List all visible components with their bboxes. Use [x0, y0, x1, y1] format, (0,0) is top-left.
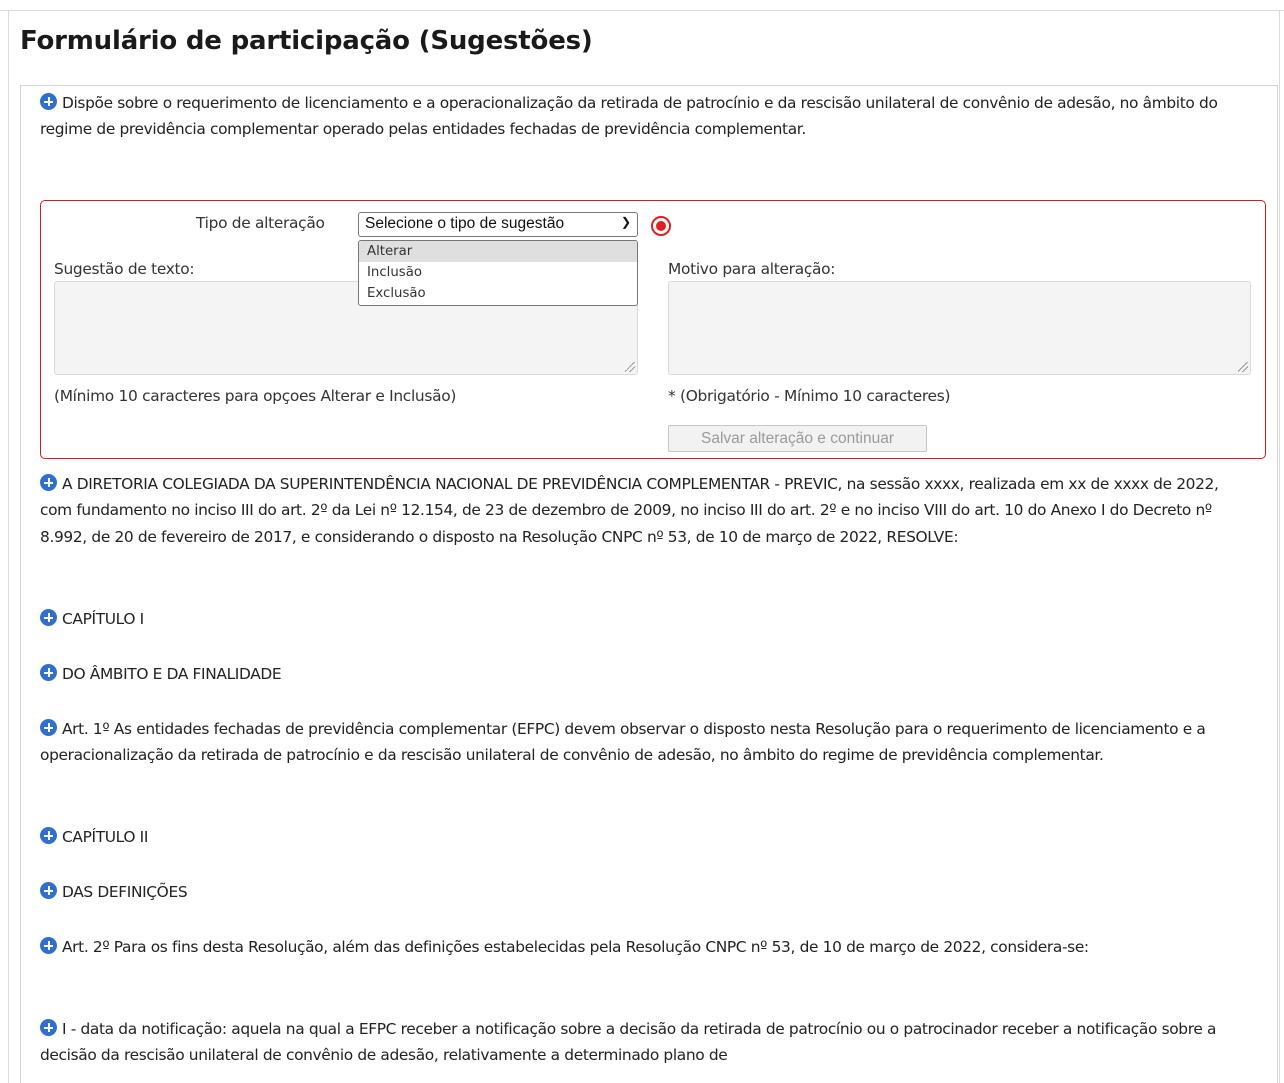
expand-plus-icon[interactable]	[40, 664, 57, 681]
paragraph-text: I - data da notificação: aquela na qual …	[40, 1020, 1217, 1065]
motivo-alteracao-label: Motivo para alteração:	[668, 260, 836, 278]
paragraph-text: Art. 1º As entidades fechadas de previdê…	[40, 720, 1206, 765]
page-border-right	[1279, 10, 1280, 1083]
paragraph-text: A DIRETORIA COLEGIADA DA SUPERINTENDÊNCI…	[40, 475, 1219, 546]
resize-grip-icon[interactable]	[625, 362, 635, 372]
chevron-down-icon: ❯	[620, 215, 631, 229]
page-title: Formulário de participação (Sugestões)	[20, 26, 593, 56]
expand-plus-icon[interactable]	[40, 937, 57, 954]
motivo-alteracao-textarea[interactable]	[668, 281, 1251, 375]
expand-plus-icon[interactable]	[40, 1019, 57, 1036]
paragraph-definicoes: DAS DEFINIÇÕES	[40, 879, 1240, 905]
page-border-left	[8, 10, 9, 1083]
select-value: Selecione o tipo de sugestão	[365, 215, 565, 232]
paragraph-capitulo-1: CAPÍTULO I	[40, 606, 1240, 632]
paragraph-text: Dispõe sobre o requerimento de licenciam…	[40, 94, 1218, 139]
dropdown-option-alterar[interactable]: Alterar	[359, 241, 637, 262]
selected-radio-icon[interactable]	[651, 216, 671, 236]
motivo-hint: * (Obrigatório - Mínimo 10 caracteres)	[668, 387, 951, 405]
paragraph-text: CAPÍTULO I	[62, 610, 144, 628]
dropdown-option-inclusao[interactable]: Inclusão	[359, 262, 637, 283]
paragraph-text: DAS DEFINIÇÕES	[62, 883, 188, 901]
tipo-alteracao-select[interactable]: Selecione o tipo de sugestão ❯	[358, 212, 638, 237]
paragraph-text: CAPÍTULO II	[62, 828, 149, 846]
paragraph-text: DO ÂMBITO E DA FINALIDADE	[62, 665, 282, 683]
dropdown-option-exclusao[interactable]: Exclusão	[359, 283, 637, 304]
paragraph-intro: Dispõe sobre o requerimento de licenciam…	[40, 90, 1240, 143]
paragraph-ambito: DO ÂMBITO E DA FINALIDADE	[40, 661, 1240, 687]
resize-grip-icon[interactable]	[1238, 362, 1248, 372]
tipo-alteracao-dropdown: Alterar Inclusão Exclusão	[358, 240, 638, 306]
salvar-alteracao-button[interactable]: Salvar alteração e continuar	[668, 425, 927, 452]
expand-plus-icon[interactable]	[40, 827, 57, 844]
paragraph-inciso-1: I - data da notificação: aquela na qual …	[40, 1016, 1240, 1069]
expand-plus-icon[interactable]	[40, 609, 57, 626]
expand-plus-icon[interactable]	[40, 93, 57, 110]
paragraph-preambulo: A DIRETORIA COLEGIADA DA SUPERINTENDÊNCI…	[40, 471, 1240, 550]
paragraph-capitulo-2: CAPÍTULO II	[40, 824, 1240, 850]
paragraph-art-2: Art. 2º Para os fins desta Resolução, al…	[40, 934, 1240, 960]
expand-plus-icon[interactable]	[40, 719, 57, 736]
top-divider	[0, 10, 1284, 11]
paragraph-art-1: Art. 1º As entidades fechadas de previdê…	[40, 716, 1240, 769]
sugestao-hint: (Mínimo 10 caracteres para opçoes Altera…	[54, 387, 457, 405]
tipo-alteracao-label: Tipo de alteração	[196, 214, 325, 232]
sugestao-texto-label: Sugestão de texto:	[54, 260, 195, 278]
expand-plus-icon[interactable]	[40, 474, 57, 491]
paragraph-text: Art. 2º Para os fins desta Resolução, al…	[62, 938, 1089, 956]
expand-plus-icon[interactable]	[40, 882, 57, 899]
